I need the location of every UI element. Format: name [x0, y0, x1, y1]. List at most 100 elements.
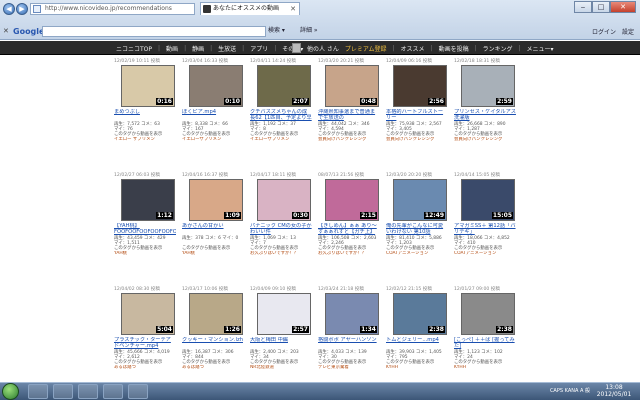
address-bar[interactable]: http://www.nicovideo.jp/recommendations [30, 3, 195, 15]
video-thumbnail[interactable]: 1:12 [121, 179, 175, 221]
video-channel-link[interactable]: イエローザブリメン [182, 137, 244, 142]
premium-link[interactable]: プレミアム登録 [345, 44, 387, 53]
settings-button[interactable]: 設定 [622, 27, 634, 36]
video-thumbnail[interactable]: 0:48 [325, 65, 379, 107]
maximize-button[interactable]: □ [592, 1, 610, 13]
video-card[interactable]: 12/04/17 18:11 投稿 0:30 パナニック CMの女の子かわいい件 再生… [250, 172, 312, 272]
video-channel-link[interactable]: YAH桃 [114, 251, 176, 256]
video-channel-link[interactable]: COATアニメーション [454, 251, 516, 256]
forward-button[interactable]: ▶ [16, 3, 28, 15]
avatar[interactable] [292, 43, 301, 53]
video-thumbnail[interactable]: 1:34 [325, 293, 379, 335]
video-card[interactable]: 12/04/14 15:05 投稿 15:05 アマガミSS＋ 第12話「バリテギ」… [454, 172, 516, 272]
video-channel-link[interactable]: イエローザブリメン [250, 137, 312, 142]
video-channel-link[interactable]: あるは踏つ [114, 365, 176, 370]
video-title-link[interactable]: 格闘ボボ アヤーハンソン [318, 337, 380, 343]
user-name[interactable]: 他の人 さん [307, 44, 339, 53]
video-thumbnail[interactable]: 1:26 [189, 293, 243, 335]
video-channel-link[interactable]: KYHH [454, 365, 516, 370]
video-card[interactable]: 12/02/19 10:11 投稿 0:16 まめつぶし 再生：7,572 コメ：63… [114, 58, 176, 158]
video-channel-link[interactable]: 会員向けパンクレシング [386, 137, 448, 142]
video-title-link[interactable]: ぼくピア.mp4 [182, 109, 244, 115]
tab-recommendations[interactable]: あなたにオススメの動画 ✕ [200, 2, 300, 15]
video-card[interactable]: 12/01/27 09:00 投稿 2:38 [こっぺ] ＋＋ば [握ってみた] 再生… [454, 286, 516, 381]
video-title-link[interactable]: パナニック CMの女の子かわいい件 [250, 223, 312, 235]
video-title-link[interactable]: プリンセス・ケイタルアス洗濯版 [454, 109, 516, 121]
video-thumbnail[interactable]: 2:59 [461, 65, 515, 107]
close-tab-icon[interactable]: ✕ [290, 3, 296, 15]
video-channel-link[interactable]: お久ぶりはいですか！？ [250, 251, 312, 256]
video-card[interactable]: 08/07/13 21:56 投稿 2:15 【きしめん】ぁぁ あり～すぁぁれすと【… [318, 172, 380, 272]
video-card[interactable]: 12/02/27 06:03 投稿 1:12 【YAH桃】FOOFOOFOOFOOF… [114, 172, 176, 272]
nav-live[interactable]: 生放送 [218, 44, 236, 53]
video-card[interactable]: 12/04/09 09:10 投稿 2:57 大阪と梅田 中編 再生：2,400 コメ… [250, 286, 312, 381]
media-taskbar-icon[interactable] [78, 384, 98, 399]
video-channel-link[interactable]: 会員向けパンクレシング [318, 137, 380, 142]
login-button[interactable]: ログイン [592, 27, 616, 36]
nav-video[interactable]: 動画 [166, 44, 178, 53]
video-title-link[interactable]: まめつぶし [114, 109, 176, 115]
video-thumbnail[interactable]: 1:09 [189, 179, 243, 221]
video-title-link[interactable]: プラスチック・ターテアドベンチャー.mp4 [114, 337, 176, 349]
video-title-link[interactable]: アマガミSS＋ 第12話「バリテギ」 [454, 223, 516, 235]
video-channel-link[interactable]: KYHH [386, 365, 448, 370]
video-thumbnail[interactable]: 5:04 [121, 293, 175, 335]
video-title-link[interactable]: 大阪と梅田 中編 [250, 337, 312, 343]
video-thumbnail[interactable]: 0:30 [257, 179, 311, 221]
video-card[interactable]: 12/03/20 20:20 投稿 12:49 俺の先輩がこんなに可愛いわけない 第… [386, 172, 448, 272]
video-channel-link[interactable]: YAH桃 [182, 251, 244, 256]
video-title-link[interactable]: 【YAH桃】FOOFOOFOOFOOFOOFOOFOO！ [114, 223, 176, 235]
back-button[interactable]: ◀ [3, 3, 15, 15]
video-card[interactable]: 12/04/02 08:30 投稿 5:04 プラスチック・ターテアドベンチャー.m… [114, 286, 176, 381]
video-channel-link[interactable]: テレビ東京驚着 [318, 365, 380, 370]
video-thumbnail[interactable]: 2:15 [325, 179, 379, 221]
video-title-link[interactable]: [こっぺ] ＋＋ば [握ってみた] [454, 337, 516, 349]
video-card[interactable]: 12/04/16 16:37 投稿 1:09 あかさんの甘かい 再生：378 コメ：6… [182, 172, 244, 272]
video-channel-link[interactable]: 会員向けパンクレシング [454, 137, 516, 142]
video-channel-link[interactable]: NR北陸鉄道 [250, 365, 312, 370]
video-title-link[interactable]: 【きしめん】ぁぁ あり～すぁぁれすと【ガチ上】 [318, 223, 380, 235]
minimize-button[interactable]: ‒ [574, 1, 592, 13]
video-title-link[interactable]: クッキー・マンション.lzh [182, 337, 244, 343]
video-card[interactable]: 12/02/18 18:31 投稿 2:59 プリンセス・ケイタルアス洗濯版 再生：2… [454, 58, 516, 158]
google-search-input[interactable] [42, 26, 266, 37]
video-thumbnail[interactable]: 2:07 [257, 65, 311, 107]
folder-taskbar-icon[interactable] [103, 384, 123, 399]
close-window-button[interactable]: ✕ [610, 1, 636, 13]
video-title-link[interactable]: クチバスズメちゃんの成長62【1匹目、予定より早い羽化】 [250, 109, 312, 121]
start-button[interactable] [2, 383, 19, 400]
close-toolbar-icon[interactable]: ✕ [3, 27, 9, 35]
nav-app[interactable]: アプリ [250, 44, 268, 53]
video-thumbnail[interactable]: 2:38 [393, 293, 447, 335]
video-card[interactable]: 12/04/11 14:24 投稿 2:07 クチバスズメちゃんの成長62【1匹目、… [250, 58, 312, 158]
video-thumbnail[interactable]: 12:49 [393, 179, 447, 221]
video-channel-link[interactable]: COATアニメーション [386, 251, 448, 256]
video-channel-link[interactable]: イエロー ザブリメン [114, 137, 176, 142]
google-search-button[interactable]: 検索 ▾ [268, 26, 285, 36]
ie-taskbar-icon[interactable] [28, 384, 48, 399]
video-card[interactable]: 12/03/04 16:33 投稿 0:10 ぼくピア.mp4 再生：8,338 コメ… [182, 58, 244, 158]
clock[interactable]: 13:08 2012/05/01 [594, 384, 634, 398]
video-channel-link[interactable]: お久ぶりはいですか！？ [318, 251, 380, 256]
nav-recommend[interactable]: オススメ [401, 44, 425, 53]
google-more-button[interactable]: 詳細 » [300, 26, 318, 36]
nav-upload[interactable]: 動画を投稿 [439, 44, 469, 53]
video-thumbnail[interactable]: 2:38 [461, 293, 515, 335]
video-card[interactable]: 12/03/24 21:18 投稿 1:34 格闘ボボ アヤーハンソン 再生：4,03… [318, 286, 380, 381]
video-channel-link[interactable]: あるは踏つ [182, 365, 244, 370]
video-title-link[interactable]: トムとジェリー...mp4 [386, 337, 448, 343]
video-thumbnail[interactable]: 0:16 [121, 65, 175, 107]
system-tray[interactable]: CAPS KANA A 般 [550, 387, 590, 394]
video-card[interactable]: 12/03/20 20:21 投稿 0:48 沖縄県知事選まで普通まで生放送の 再生：… [318, 58, 380, 158]
nav-menu[interactable]: メニュー▾ [527, 44, 554, 53]
video-title-link[interactable]: 俺の先輩がこんなに可愛いわけない 第10話 [386, 223, 448, 235]
nav-seiga[interactable]: 静画 [192, 44, 204, 53]
video-thumbnail[interactable]: 2:56 [393, 65, 447, 107]
nav-ranking[interactable]: ランキング [483, 44, 513, 53]
app-taskbar-icon[interactable] [128, 384, 148, 399]
nav-nicotop[interactable]: ニコニコTOP [116, 44, 152, 53]
video-card[interactable]: 12/04/09 06:16 投稿 2:56 本格的ハートフルストーリー 再生：75,… [386, 58, 448, 158]
video-card[interactable]: 12/02/12 21:15 投稿 2:38 トムとジェリー...mp4 再生：39,… [386, 286, 448, 381]
video-thumbnail[interactable]: 15:05 [461, 179, 515, 221]
video-thumbnail[interactable]: 2:57 [257, 293, 311, 335]
